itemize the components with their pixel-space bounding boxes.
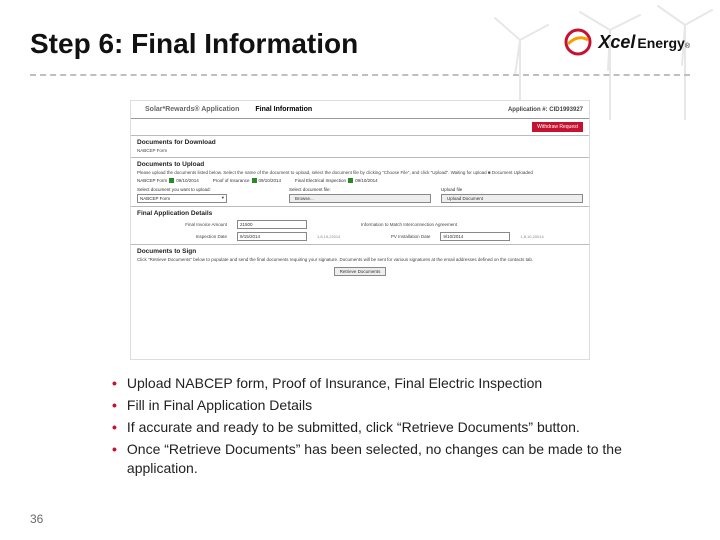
tab-application[interactable]: Solar*Rewards® Application <box>137 104 247 115</box>
browse-button[interactable]: Browse... <box>289 194 431 203</box>
chip-date: 09/10/2014 <box>176 178 199 183</box>
tab-final-info[interactable]: Final Information <box>247 104 320 115</box>
sign-instructions: Click "Retrieve Documents" below to popu… <box>137 257 583 263</box>
section-details: Final Application Details Final Invoice … <box>131 206 589 244</box>
bullet-icon: • <box>112 418 117 437</box>
label-select-file: Select document file: <box>289 187 431 192</box>
upload-document-button[interactable]: Upload Document <box>441 194 583 203</box>
check-icon <box>252 178 257 183</box>
app-screenshot: Solar*Rewards® Application Final Informa… <box>130 100 590 360</box>
bullet-icon: • <box>112 440 117 478</box>
chip-date: 09/10/2014 <box>259 178 282 183</box>
input-pv-date[interactable]: 9/10/2014 <box>440 232 510 241</box>
chip-poi: Proof of Insurance <box>213 178 250 183</box>
page-title: Step 6: Final Information <box>30 28 358 60</box>
bullet-text: If accurate and ready to be submitted, c… <box>127 418 580 437</box>
section-details-title: Final Application Details <box>137 210 583 217</box>
chip-fei: Final Electrical Inspection <box>295 178 346 183</box>
section-upload: Documents to Upload Please upload the do… <box>131 157 589 206</box>
logo-xcel: Xcel <box>598 32 635 53</box>
upload-instructions: Please upload the documents listed below… <box>137 170 583 176</box>
bullet-list: • Upload NABCEP form, Proof of Insurance,… <box>112 374 672 480</box>
bullet-text: Fill in Final Application Details <box>127 396 312 415</box>
bullet-icon: • <box>112 396 117 415</box>
label-match: Information to Match Interconnection Agr… <box>317 222 457 227</box>
download-item[interactable]: NABCEP Form <box>137 148 583 154</box>
page-number: 36 <box>30 512 43 526</box>
section-sign: Documents to Sign Click "Retrieve Docume… <box>131 244 589 283</box>
upload-chips: NABCEP Form 09/10/2014 Proof of Insuranc… <box>137 178 583 183</box>
tab-row: Solar*Rewards® Application Final Informa… <box>131 101 589 119</box>
bullet-text: Once “Retrieve Documents” has been selec… <box>127 440 672 478</box>
list-item: • If accurate and ready to be submitted, … <box>112 418 672 437</box>
chip-nabcep: NABCEP Form <box>137 178 167 183</box>
section-download-title: Documents for Download <box>137 139 583 146</box>
logo-energy: Energy <box>637 35 684 51</box>
doc-select[interactable]: NABCEP Form▾ <box>137 194 227 203</box>
slide: Step 6: Final Information Xcel Energy ® … <box>0 0 720 540</box>
xcel-swirl-icon <box>564 28 592 56</box>
bullet-icon: • <box>112 374 117 393</box>
logo-text: Xcel Energy ® <box>598 32 690 53</box>
hint-pv: 1,8,10,20014 <box>520 234 543 239</box>
label-select-doc: Select document you want to upload: <box>137 187 279 192</box>
section-download: Documents for Download NABCEP Form <box>131 135 589 157</box>
button-row: Withdraw Request <box>131 119 589 135</box>
label-final-invoice: Final Invoice Amount <box>137 222 227 227</box>
bullet-text: Upload NABCEP form, Proof of Insurance, … <box>127 374 542 393</box>
label-inspection-date: Inspection Date <box>137 234 227 239</box>
input-inspection-date[interactable]: 9/15/2014 <box>237 232 307 241</box>
upload-row: Select document you want to upload: NABC… <box>137 187 583 203</box>
hint-inspection: 1,8,15,22014 <box>317 234 340 239</box>
application-number: Application #: CID1993927 <box>508 107 583 113</box>
chevron-down-icon: ▾ <box>222 195 224 201</box>
check-icon <box>348 178 353 183</box>
label-upload-file: Upload file <box>441 187 583 192</box>
withdraw-button[interactable]: Withdraw Request <box>532 122 583 132</box>
input-final-invoice[interactable]: 21500 <box>237 220 307 229</box>
section-sign-title: Documents to Sign <box>137 248 583 255</box>
logo: Xcel Energy ® <box>564 28 690 56</box>
logo-registered: ® <box>685 43 690 50</box>
chip-date: 09/10/2014 <box>355 178 378 183</box>
retrieve-documents-button[interactable]: Retrieve Documents <box>334 267 387 276</box>
list-item: • Fill in Final Application Details <box>112 396 672 415</box>
check-icon <box>169 178 174 183</box>
header: Step 6: Final Information Xcel Energy ® <box>0 0 720 70</box>
list-item: • Once “Retrieve Documents” has been sele… <box>112 440 672 478</box>
section-upload-title: Documents to Upload <box>137 161 583 168</box>
label-pv-date: PV Installation Date <box>350 234 430 239</box>
list-item: • Upload NABCEP form, Proof of Insurance,… <box>112 374 672 393</box>
